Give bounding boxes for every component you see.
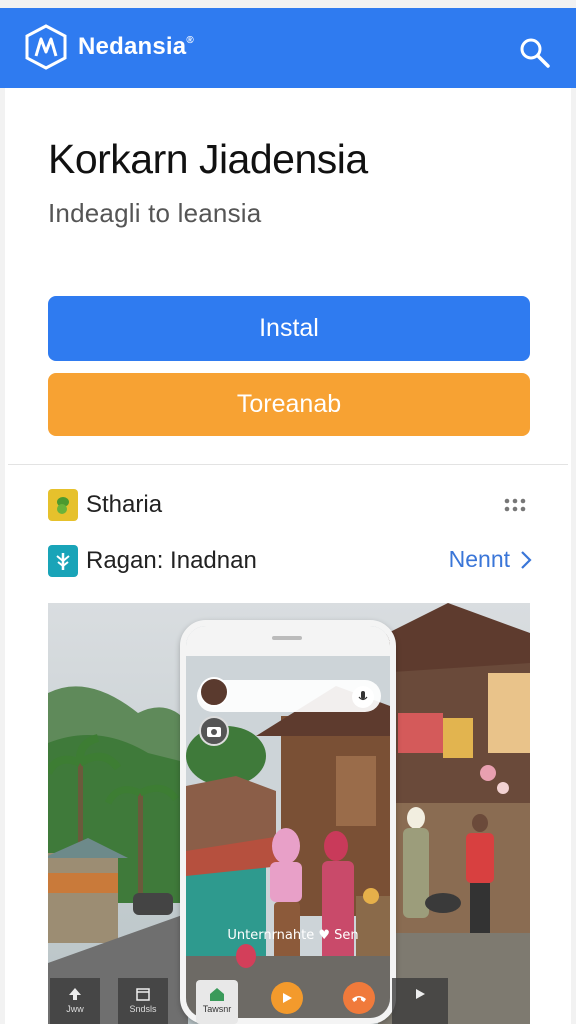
forward-tile[interactable]: [392, 978, 448, 1024]
play-forward-icon: [416, 989, 425, 999]
list-item-ragan[interactable]: Ragan: Inadnan Nennt: [48, 541, 532, 581]
page-title: Korkarn Jiadensia: [48, 136, 368, 182]
list-item-sharia[interactable]: Stharia: [48, 485, 532, 525]
arrow-up-icon: [69, 988, 81, 1000]
mic-icon[interactable]: [352, 686, 374, 708]
camera-icon[interactable]: [199, 716, 229, 746]
secondary-button[interactable]: Toreanab: [48, 373, 530, 436]
play-icon[interactable]: [271, 982, 303, 1014]
chevron-right-icon: [521, 550, 532, 569]
list-item-label: Stharia: [86, 491, 163, 518]
more-dots-icon[interactable]: [502, 495, 528, 515]
brand-logo-icon[interactable]: [24, 24, 68, 70]
avatar[interactable]: [199, 677, 229, 707]
share-tile[interactable]: Jww: [50, 978, 100, 1024]
install-button[interactable]: Instal: [48, 296, 530, 361]
plant-app-icon: [48, 545, 78, 577]
end-call-icon[interactable]: [343, 982, 375, 1014]
calendar-tile-label: Sndsls: [129, 1004, 157, 1014]
overlay-caption: Unternrnahte ♥ Sen: [227, 928, 359, 943]
leaf-app-icon: [48, 489, 78, 521]
next-link[interactable]: Nennt: [449, 546, 532, 573]
brand-name: Nedansia®: [78, 33, 194, 60]
home-tab-label: Tawsnr: [202, 1004, 232, 1014]
section-divider: [8, 464, 568, 465]
list-item-label: Ragan: Inadnan: [86, 547, 257, 574]
home-tab[interactable]: Tawsnr: [196, 980, 238, 1024]
calendar-tile[interactable]: Sndsls: [118, 978, 168, 1024]
page-subtitle: Indeagli to leansia: [48, 198, 262, 228]
search-icon[interactable]: [518, 36, 552, 70]
share-tile-label: Jww: [66, 1004, 84, 1014]
calendar-icon: [136, 988, 150, 1001]
next-link-label: Nennt: [448, 546, 510, 572]
home-icon: [210, 988, 224, 1001]
app-bar: Nedansia®: [0, 8, 576, 88]
